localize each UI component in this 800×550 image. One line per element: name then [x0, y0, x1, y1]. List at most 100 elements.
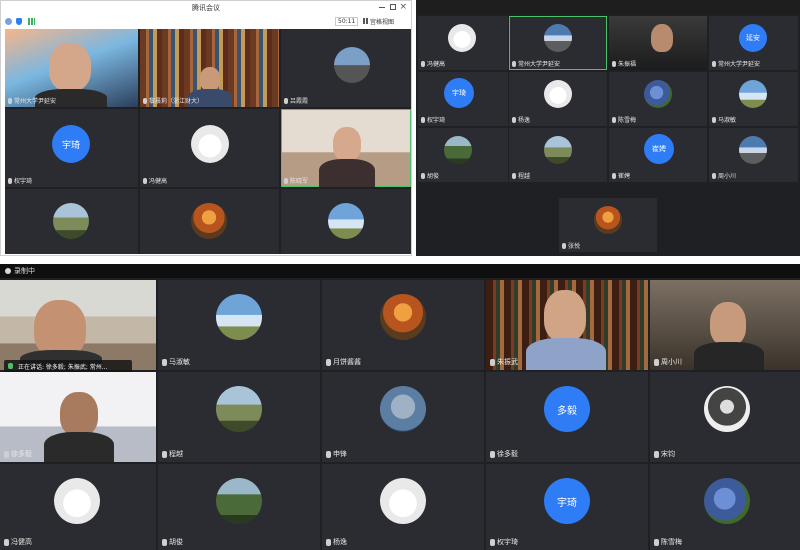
video-grid: 常州大学尹延安 黎晨莉（浙江财大） 吕霞霞 宇琦 权宇琦 冯健高 陈晓军	[5, 29, 411, 254]
participant-name: 权宇琦	[497, 538, 518, 546]
video-tile[interactable]: 朱振武	[486, 280, 648, 370]
video-tile[interactable]: 胡俊	[418, 128, 508, 182]
video-tile[interactable]: 周小川	[709, 128, 798, 182]
participant-name: 周小川	[661, 358, 682, 366]
video-tile[interactable]: 陈雪梅	[609, 72, 707, 126]
maximize-icon[interactable]	[390, 4, 396, 10]
info-icon[interactable]	[5, 18, 12, 25]
participant-avatar: 多毅	[544, 386, 590, 432]
video-tile[interactable]: 杨逸	[322, 464, 484, 550]
participant-face	[333, 127, 361, 161]
video-tile[interactable]: 申锋	[322, 372, 484, 462]
participant-avatar	[216, 386, 262, 432]
video-tile[interactable]: 马淑敏	[158, 280, 320, 370]
participant-avatar	[739, 136, 767, 164]
video-tile[interactable]: 冯健高	[140, 109, 279, 187]
mic-icon	[512, 172, 516, 179]
close-icon[interactable]: ×	[399, 2, 407, 12]
video-tile[interactable]: 常州大学尹延安	[5, 29, 138, 107]
participant-name: 朱振福	[618, 61, 637, 68]
video-tile[interactable]: 冯健高	[418, 16, 508, 70]
mic-icon	[143, 97, 147, 104]
participant-name: 马淑敏	[169, 358, 190, 366]
video-tile[interactable]	[281, 189, 411, 254]
participant-avatar	[594, 206, 622, 234]
video-tile[interactable]	[140, 189, 279, 254]
participant-avatar: 宇琦	[52, 125, 90, 163]
video-tile[interactable]: 宇琦 权宇琦	[418, 72, 508, 126]
meeting-window-c: 录制中 正在讲话: 徐多毅; 朱振武; 常州... 马淑敏 月饼酱酱 朱振武 周…	[0, 264, 800, 550]
mic-icon	[490, 358, 495, 366]
video-tile[interactable]: 胡俊	[158, 464, 320, 550]
speaking-notice-text: 正在讲话: 徐多毅; 朱振武; 常州...	[18, 363, 108, 371]
participant-avatar	[444, 136, 472, 164]
mic-icon	[421, 116, 425, 123]
participant-name: 冯健高	[11, 538, 32, 546]
video-tile[interactable]: 程越	[158, 372, 320, 462]
mic-icon	[143, 177, 147, 184]
video-tile[interactable]: 冯健高	[0, 464, 156, 550]
mic-icon	[326, 450, 331, 458]
participant-avatar	[191, 125, 229, 163]
grid-view-icon[interactable]	[363, 18, 369, 24]
shield-icon[interactable]	[16, 18, 22, 25]
video-tile[interactable]: 程越	[509, 128, 607, 182]
video-tile[interactable]: 徐多毅	[0, 372, 156, 462]
mic-icon	[8, 177, 12, 184]
video-tile[interactable]: 宇琦 权宇琦	[486, 464, 648, 550]
speaking-indicator: 正在讲话: 徐多毅; 朱振武; 常州...	[4, 360, 132, 372]
video-tile[interactable]: 月饼酱酱	[322, 280, 484, 370]
participant-name: 杨逸	[333, 538, 347, 546]
mic-icon	[712, 172, 716, 179]
video-tile[interactable]: 朱振福	[609, 16, 707, 70]
participant-name: 冯健高	[149, 178, 168, 185]
participant-name: 胡俊	[427, 173, 440, 180]
title-bar: 腾讯会议 ×	[1, 1, 411, 15]
video-tile[interactable]: 周小川	[650, 280, 800, 370]
view-mode-button[interactable]: 宫格视图	[370, 17, 394, 26]
participant-avatar: 宇琦	[544, 478, 590, 524]
video-tile[interactable]	[5, 189, 138, 254]
recording-label: 录制中	[14, 267, 35, 275]
mic-icon	[421, 60, 425, 67]
video-tile[interactable]: 宇琦 权宇琦	[5, 109, 138, 187]
participant-name: 权宇琦	[427, 117, 446, 124]
window-title: 腾讯会议	[192, 4, 220, 12]
video-tile[interactable]: 延安 常州大学尹延安	[709, 16, 798, 70]
video-tile[interactable]: 常州大学尹延安	[509, 16, 607, 70]
mic-icon	[162, 450, 167, 458]
participant-face	[651, 24, 673, 52]
window-b-topbar	[416, 0, 800, 14]
minimize-icon[interactable]	[379, 7, 385, 8]
video-tile[interactable]	[0, 280, 156, 370]
participant-avatar	[704, 478, 750, 524]
participant-name: 陈雪梅	[661, 538, 682, 546]
participant-avatar	[380, 294, 426, 340]
meeting-timer: 50:11	[335, 17, 359, 26]
participant-name: 徐多毅	[11, 450, 32, 458]
participant-face	[60, 392, 98, 436]
video-tile[interactable]: 陈雪梅	[650, 464, 800, 550]
video-tile[interactable]: 马淑敏	[709, 72, 798, 126]
video-tile[interactable]: 陈晓军	[281, 109, 411, 187]
video-tile[interactable]: 杨逸	[509, 72, 607, 126]
recording-bar: 录制中	[0, 264, 800, 278]
video-tile[interactable]: 张悦	[559, 198, 657, 252]
participant-name: 马淑敏	[718, 117, 737, 124]
participant-name: 张悦	[568, 243, 581, 250]
participant-name: 常州大学尹延安	[718, 61, 761, 68]
participant-avatar	[544, 80, 572, 108]
video-tile[interactable]: 吕霞霞	[281, 29, 411, 107]
video-tile[interactable]: 多毅 徐多毅	[486, 372, 648, 462]
participant-name: 陈晓军	[290, 178, 309, 185]
video-tile[interactable]: 黎晨莉（浙江财大）	[140, 29, 279, 107]
video-tile[interactable]: 宋钧	[650, 372, 800, 462]
participant-name: 申锋	[333, 450, 347, 458]
participant-name: 胡俊	[169, 538, 183, 546]
mic-icon	[562, 242, 566, 249]
participant-avatar	[216, 294, 262, 340]
participant-name: 冯健高	[427, 61, 446, 68]
participant-avatar: 延安	[739, 24, 767, 52]
video-tile[interactable]: 崔娉 崔娉	[609, 128, 707, 182]
participant-name: 宋钧	[661, 450, 675, 458]
